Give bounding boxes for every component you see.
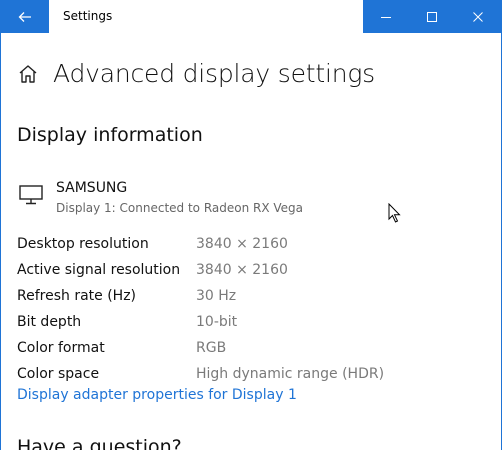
settings-content: Advanced display settings Display inform… <box>1 33 501 450</box>
property-value: 3840 × 2160 <box>196 236 288 252</box>
title-bar: Settings <box>1 0 501 33</box>
mouse-pointer-icon <box>388 203 401 223</box>
property-label: Desktop resolution <box>17 236 149 252</box>
page-title: Advanced display settings <box>53 59 375 88</box>
property-row: Color space High dynamic range (HDR) <box>17 361 487 387</box>
property-label: Active signal resolution <box>17 262 181 278</box>
close-icon <box>473 11 483 22</box>
property-row: Bit depth 10-bit <box>17 309 487 335</box>
property-row: Active signal resolution 3840 × 2160 <box>17 257 487 283</box>
property-label: Color space <box>17 366 100 382</box>
property-row: Refresh rate (Hz) 30 Hz <box>17 283 487 309</box>
minimize-icon <box>381 16 391 18</box>
property-value: 30 Hz <box>196 288 237 304</box>
home-icon[interactable] <box>17 63 39 85</box>
property-label: Bit depth <box>17 314 82 330</box>
property-row: Color format RGB <box>17 335 487 361</box>
minimize-button[interactable] <box>363 0 409 33</box>
settings-window: Settings Advanced display settings Displ… <box>0 0 502 450</box>
monitor-icon <box>19 185 43 205</box>
page-heading: Advanced display settings <box>17 59 375 88</box>
monitor-subtitle: Display 1: Connected to Radeon RX Vega <box>56 201 304 215</box>
maximize-button[interactable] <box>409 0 455 33</box>
back-button[interactable] <box>1 0 49 33</box>
property-value: High dynamic range (HDR) <box>196 366 385 382</box>
window-controls <box>363 0 501 33</box>
window-title: Settings <box>63 9 113 23</box>
display-adapter-link[interactable]: Display adapter properties for Display 1 <box>17 387 297 403</box>
property-label: Color format <box>17 340 105 356</box>
property-value: RGB <box>196 340 227 356</box>
maximize-icon <box>427 11 437 22</box>
close-button[interactable] <box>455 0 501 33</box>
property-value: 3840 × 2160 <box>196 262 288 278</box>
property-value: 10-bit <box>196 314 238 330</box>
display-properties: Desktop resolution 3840 × 2160 Active si… <box>17 231 487 387</box>
property-label: Refresh rate (Hz) <box>17 288 137 304</box>
section-title: Display information <box>17 124 203 146</box>
help-section-title: Have a question? <box>17 436 182 450</box>
back-arrow-icon <box>18 11 31 22</box>
monitor-name: SAMSUNG <box>56 180 128 196</box>
property-row: Desktop resolution 3840 × 2160 <box>17 231 487 257</box>
